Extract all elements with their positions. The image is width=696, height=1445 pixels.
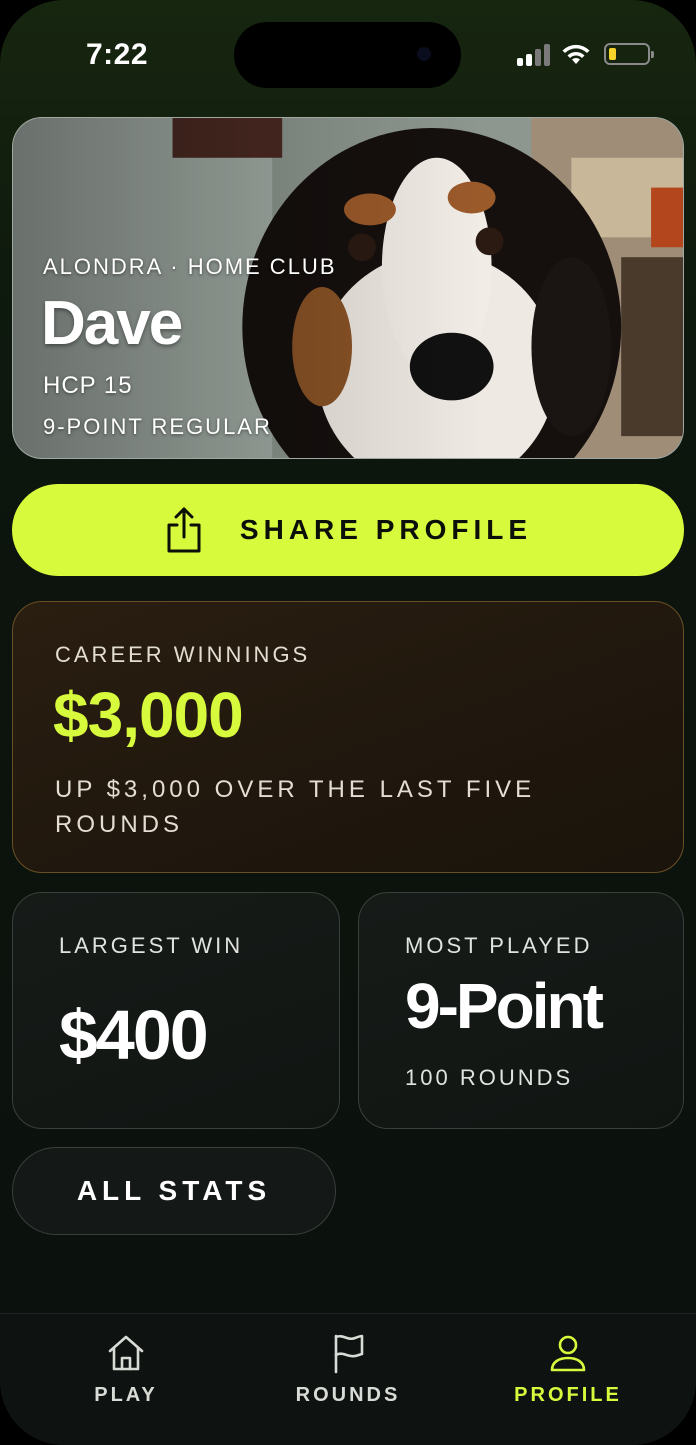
cellular-signal-icon [517,42,550,66]
phone-screen: 7:22 ALONDRA · HOME CLUB Dave HCP 15 9-P… [0,0,696,1445]
tab-profile-label: PROFILE [514,1384,622,1406]
home-icon [108,1335,144,1371]
tab-profile[interactable]: PROFILE [488,1332,648,1407]
profile-hero-card: ALONDRA · HOME CLUB Dave HCP 15 9-POINT … [12,117,684,459]
status-time: 7:22 [86,38,149,71]
career-winnings-card: CAREER WINNINGS $3,000 UP $3,000 OVER TH… [12,601,684,873]
tab-rounds-label: ROUNDS [295,1384,401,1406]
share-profile-label: SHARE PROFILE [239,514,533,545]
largest-win-label: LARGEST WIN [59,933,244,958]
share-profile-button[interactable]: SHARE PROFILE [12,484,684,576]
player-type-label: 9-POINT REGULAR [43,414,272,439]
most-played-value: 9-Point [405,970,604,1042]
camera-icon [417,47,431,61]
tab-play[interactable]: PLAY [46,1332,206,1407]
wifi-icon [562,44,590,64]
person-icon [550,1335,586,1372]
flag-icon [334,1334,364,1374]
tab-bar: PLAY ROUNDS PROFILE [0,1313,696,1445]
most-played-card: MOST PLAYED 9-Point 100 ROUNDS [358,892,684,1129]
career-winnings-label: CAREER WINNINGS [55,642,311,667]
player-name: Dave [41,289,183,358]
home-club-label: ALONDRA · HOME CLUB [43,254,337,279]
largest-win-card: LARGEST WIN $400 [12,892,340,1129]
career-winnings-value: $3,000 [53,679,244,751]
most-played-label: MOST PLAYED [405,933,593,958]
tab-play-label: PLAY [94,1384,158,1406]
tab-rounds[interactable]: ROUNDS [268,1332,428,1407]
career-winnings-note: UP $3,000 OVER THE LAST FIVE ROUNDS [55,776,536,838]
most-played-rounds: 100 ROUNDS [405,1065,574,1090]
largest-win-value: $400 [59,996,209,1074]
dynamic-island [234,22,461,88]
status-indicators [517,42,654,66]
handicap-label: HCP 15 [43,372,133,399]
all-stats-button[interactable]: ALL STATS [12,1147,336,1235]
battery-icon [604,43,654,65]
share-icon [167,507,201,553]
